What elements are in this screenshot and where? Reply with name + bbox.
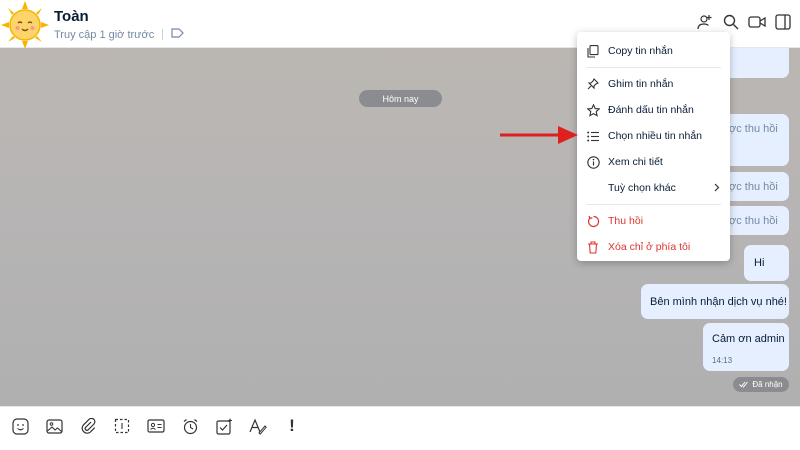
tag-icon[interactable] — [171, 28, 185, 41]
pin-icon — [586, 77, 600, 91]
recalled-text: ợc thu hồi — [729, 123, 778, 135]
menu-item-label: Thu hồi — [608, 215, 644, 227]
recalled-text: ợc thu hồi — [729, 181, 778, 193]
undo-icon — [586, 214, 600, 228]
task-icon[interactable] — [214, 416, 234, 436]
star-icon — [586, 103, 600, 117]
menu-item-details[interactable]: Xem chi tiết — [577, 149, 730, 175]
urgent-icon[interactable]: ! — [282, 416, 302, 436]
sticker-icon[interactable] — [10, 416, 30, 436]
menu-item-star[interactable]: Đánh dấu tin nhắn — [577, 97, 730, 123]
message-text: Cảm ơn admin — [712, 333, 785, 345]
recalled-message-bubble[interactable]: ợc thu hồi — [720, 172, 789, 201]
video-call-icon[interactable] — [748, 12, 766, 32]
double-check-icon — [739, 381, 749, 388]
trash-icon — [586, 240, 600, 254]
attachment-icon[interactable] — [78, 416, 98, 436]
separator — [162, 29, 164, 40]
menu-item-recall[interactable]: Thu hồi — [577, 208, 730, 234]
image-icon[interactable] — [44, 416, 64, 436]
add-member-icon[interactable] — [696, 12, 714, 32]
menu-item-label: Copy tin nhắn — [608, 45, 673, 57]
menu-divider — [586, 204, 721, 205]
recalled-text: ợc thu hồi — [729, 215, 778, 227]
contact-avatar[interactable] — [0, 0, 50, 50]
menu-item-pin[interactable]: Ghim tin nhắn — [577, 71, 730, 97]
menu-item-more-options[interactable]: Tuỳ chọn khác — [577, 175, 730, 201]
message-time: 14:13 — [712, 356, 733, 365]
menu-item-label: Đánh dấu tin nhắn — [608, 104, 694, 116]
message-context-menu: Copy tin nhắn Ghim tin nhắn Đánh dấu tin… — [577, 32, 730, 261]
menu-item-select-multiple[interactable]: Chọn nhiều tin nhắn — [577, 123, 730, 149]
red-arrow-icon — [500, 126, 578, 144]
menu-item-label: Xóa chỉ ở phía tôi — [608, 241, 691, 253]
menu-item-label: Chọn nhiều tin nhắn — [608, 130, 702, 142]
menu-item-label: Xem chi tiết — [608, 156, 663, 168]
message-bubble[interactable]: Hi — [744, 245, 789, 281]
contact-card-icon[interactable] — [146, 416, 166, 436]
blank-icon — [586, 181, 600, 195]
status-line: Truy cập 1 giờ trước — [54, 28, 185, 41]
menu-divider — [586, 67, 721, 68]
format-text-icon[interactable] — [248, 416, 268, 436]
recalled-message-bubble[interactable]: ợc thu hồi — [720, 206, 789, 235]
composer-toolbar: ! — [0, 406, 800, 450]
message-text: Hi — [754, 257, 765, 269]
last-seen-text: Truy cập 1 giờ trước — [54, 28, 155, 41]
menu-item-copy[interactable]: Copy tin nhắn — [577, 38, 730, 64]
list-icon — [586, 129, 600, 143]
sidebar-toggle-icon[interactable] — [774, 12, 792, 32]
message-bubble[interactable]: Cảm ơn admin 14:13 — [703, 323, 789, 371]
header-actions — [696, 12, 792, 32]
recalled-message-bubble[interactable]: ợc thu hồi — [720, 114, 789, 166]
message-bubble[interactable]: Bên mình nhận dịch vụ nhé! — [641, 284, 789, 319]
search-icon[interactable] — [722, 12, 740, 32]
screenshot-icon[interactable] — [112, 416, 132, 436]
reminder-icon[interactable] — [180, 416, 200, 436]
status-text: Đã nhận — [752, 380, 783, 389]
contact-name[interactable]: Toàn — [54, 8, 89, 25]
menu-item-delete-for-me[interactable]: Xóa chỉ ở phía tôi — [577, 234, 730, 260]
message-text: Bên mình nhận dịch vụ nhé! — [650, 296, 787, 308]
menu-item-label: Ghim tin nhắn — [608, 78, 674, 90]
copy-icon — [586, 44, 600, 58]
chevron-right-icon — [714, 183, 720, 195]
status-badge: Đã nhận — [733, 377, 789, 392]
info-icon — [586, 155, 600, 169]
menu-item-label: Tuỳ chọn khác — [608, 182, 676, 194]
date-divider: Hôm nay — [359, 90, 442, 107]
